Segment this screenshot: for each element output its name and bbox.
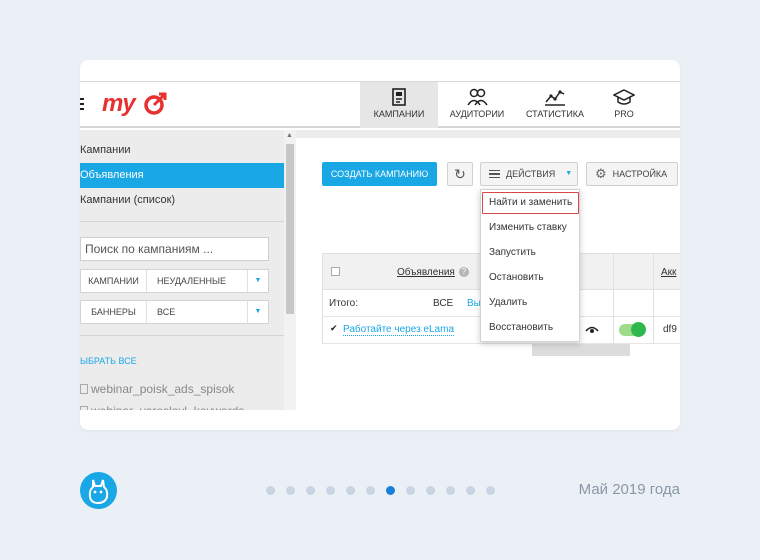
filter-type-banners[interactable]: БАННЕРЫ (81, 301, 147, 323)
status-toggle[interactable] (619, 322, 646, 337)
logo-arrow-icon (144, 92, 167, 115)
app-screen: my КАМПАНИИ АУДИТОРИИ СТАТИСТИКА PRO Кам… (80, 81, 680, 410)
settings-label: НАСТРОЙКА (612, 169, 668, 179)
menu-item-restore[interactable]: Восстановить (489, 322, 553, 333)
campaigns-icon (392, 88, 406, 106)
audiences-icon (467, 88, 488, 106)
filter-status-undeleted[interactable]: НЕУДАЛЕННЫЕ (147, 270, 248, 292)
statistics-icon (545, 90, 565, 106)
logo[interactable]: my (102, 90, 136, 118)
pagination-dot[interactable] (446, 486, 455, 495)
total-link[interactable]: Вы (467, 298, 481, 309)
pagination-dot[interactable] (366, 486, 375, 495)
nav-pro[interactable]: PRO (594, 82, 654, 128)
pagination-dot[interactable] (406, 486, 415, 495)
scrollbar-thumb[interactable] (286, 144, 294, 314)
campaign-filter[interactable]: КАМПАНИИ НЕУДАЛЕННЫЕ ▼ (80, 269, 269, 293)
account-column-header[interactable]: Акк (661, 267, 676, 278)
chevron-down-icon[interactable]: ▼ (248, 270, 268, 292)
pagination-dot[interactable] (386, 486, 395, 495)
menu-icon[interactable] (80, 98, 84, 110)
campaign-checkbox[interactable] (80, 406, 88, 410)
select-all-checkbox[interactable] (331, 267, 340, 276)
sidebar: Кампании Объявления Кампании (список) По… (80, 130, 296, 410)
chevron-down-icon: ▼ (565, 170, 573, 177)
gear-icon: ⚙ (595, 166, 607, 181)
main-nav: КАМПАНИИ АУДИТОРИИ СТАТИСТИКА PRO (360, 82, 654, 128)
horizontal-scrollbar[interactable] (532, 344, 630, 356)
filter-status-all[interactable]: ВСЕ (147, 301, 248, 323)
nav-audiences-label: АУДИТОРИИ (449, 109, 505, 119)
ads-column-header[interactable]: Объявления (397, 267, 455, 278)
pagination-dot[interactable] (486, 486, 495, 495)
main-panel: СОЗДАТЬ КАМПАНИЮ ↻ ДЕЙСТВИЯ ▼ ⚙ НАСТРОЙК… (296, 138, 680, 410)
pagination-dot[interactable] (326, 486, 335, 495)
pagination-dot[interactable] (346, 486, 355, 495)
pagination-dots (266, 486, 506, 495)
sidebar-item-campaigns[interactable]: Кампании (80, 138, 296, 163)
menu-item-delete[interactable]: Удалить (489, 297, 527, 308)
refresh-button[interactable]: ↻ (447, 162, 473, 186)
pagination-dot[interactable] (266, 486, 275, 495)
sidebar-item-ads[interactable]: Объявления (80, 163, 296, 188)
actions-button[interactable]: ДЕЙСТВИЯ ▼ (480, 162, 578, 186)
total-label: Итого: (329, 298, 358, 309)
campaign-list-item[interactable]: webinar_yaroslavl_keywords (80, 404, 244, 410)
eye-icon[interactable] (585, 325, 599, 335)
campaign-search-input[interactable]: Поиск по кампаниям ... (80, 237, 269, 261)
sidebar-divider (80, 221, 296, 222)
row-checkbox[interactable] (330, 323, 339, 335)
actions-label: ДЕЙСТВИЯ (506, 169, 556, 179)
ad-name-link[interactable]: Работайте через eLama (343, 324, 455, 336)
scroll-up-icon[interactable]: ▲ (286, 132, 293, 139)
nav-statistics[interactable]: СТАТИСТИКА (516, 82, 594, 128)
sidebar-scrollbar[interactable]: ▲ (284, 130, 296, 410)
refresh-icon: ↻ (454, 166, 466, 182)
menu-item-change-bid[interactable]: Изменить ставку (489, 222, 567, 233)
graduation-cap-icon (613, 89, 635, 105)
menu-item-start[interactable]: Запустить (489, 247, 536, 258)
help-icon[interactable]: ? (459, 267, 469, 277)
date-label: Май 2019 года (578, 481, 680, 498)
pagination-dot[interactable] (306, 486, 315, 495)
menu-item-find-replace[interactable]: Найти и заменить (489, 197, 572, 208)
llama-logo-icon (80, 472, 117, 509)
screenshot-card: my КАМПАНИИ АУДИТОРИИ СТАТИСТИКА PRO Кам… (80, 60, 680, 430)
actions-dropdown-menu: Найти и заменить Изменить ставку Запусти… (480, 189, 580, 342)
settings-button[interactable]: ⚙ НАСТРОЙКА (586, 162, 678, 186)
pagination-dot[interactable] (466, 486, 475, 495)
pagination-dot[interactable] (286, 486, 295, 495)
campaign-list-item[interactable]: webinar_poisk_ads_spisok (80, 382, 234, 396)
nav-campaigns[interactable]: КАМПАНИИ (360, 82, 438, 128)
banner-filter[interactable]: БАННЕРЫ ВСЕ ▼ (80, 300, 269, 324)
campaign-checkbox[interactable] (80, 384, 88, 394)
nav-campaigns-label: КАМПАНИИ (373, 109, 425, 119)
select-all-link[interactable]: ЫБРАТЬ ВСЕ (80, 356, 137, 366)
create-campaign-button[interactable]: СОЗДАТЬ КАМПАНИЮ (322, 162, 437, 186)
nav-statistics-label: СТАТИСТИКА (525, 109, 585, 119)
nav-pro-label: PRO (614, 109, 634, 119)
main-area: СОЗДАТЬ КАМПАНИЮ ↻ ДЕЙСТВИЯ ▼ ⚙ НАСТРОЙК… (296, 130, 680, 410)
pagination-dot[interactable] (426, 486, 435, 495)
chevron-down-icon[interactable]: ▼ (248, 301, 268, 323)
account-value: df9 (663, 324, 677, 335)
filter-type-campaigns[interactable]: КАМПАНИИ (81, 270, 147, 292)
top-bar: my КАМПАНИИ АУДИТОРИИ СТАТИСТИКА PRO (80, 82, 680, 128)
total-all-value: ВСЕ (433, 298, 454, 309)
menu-item-stop[interactable]: Остановить (489, 272, 544, 283)
sidebar-divider (80, 335, 296, 336)
hamburger-icon (489, 168, 500, 181)
sidebar-item-campaign-list[interactable]: Кампании (список) (80, 188, 296, 213)
nav-audiences[interactable]: АУДИТОРИИ (438, 82, 516, 128)
